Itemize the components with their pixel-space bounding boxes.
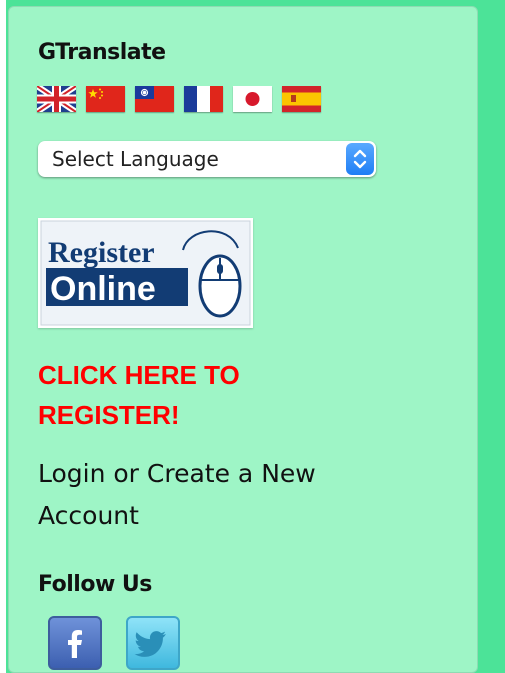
taiwan-flag-icon[interactable] xyxy=(135,86,174,112)
register-link-line1: CLICK HERE TO xyxy=(38,360,240,390)
uk-flag-icon[interactable] xyxy=(37,86,76,112)
register-online-image[interactable]: Register Online xyxy=(38,218,253,328)
follow-us-title: Follow Us xyxy=(38,572,152,597)
register-link[interactable]: CLICK HERE TO REGISTER! xyxy=(38,355,338,435)
gtranslate-title: GTranslate xyxy=(38,40,166,65)
select-chevron-icon[interactable] xyxy=(346,143,374,175)
login-create-account-link[interactable]: Login or Create a New Account xyxy=(38,453,378,537)
facebook-icon[interactable] xyxy=(48,616,102,670)
register-image-bottom-text: Online xyxy=(50,270,156,308)
login-link-line1: Login or Create a New xyxy=(38,459,316,488)
login-link-line2: Account xyxy=(38,501,139,530)
china-flag-icon[interactable] xyxy=(86,86,125,112)
twitter-icon[interactable] xyxy=(126,616,180,670)
page-edge xyxy=(0,0,6,673)
spain-flag-icon[interactable] xyxy=(282,86,321,112)
register-image-top-text: Register xyxy=(48,236,155,269)
register-link-line2: REGISTER! xyxy=(38,400,180,430)
language-select[interactable]: Select Language xyxy=(38,141,376,177)
japan-flag-icon[interactable] xyxy=(233,86,272,112)
france-flag-icon[interactable] xyxy=(184,86,223,112)
language-select-value: Select Language xyxy=(52,147,219,171)
